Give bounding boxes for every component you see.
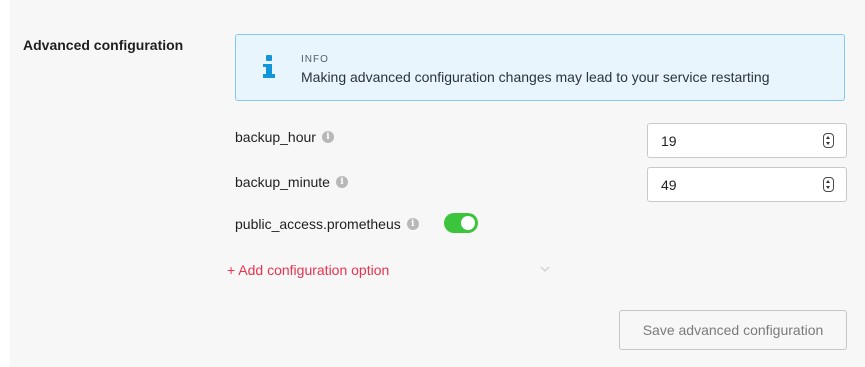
backup-minute-label: backup_minute i — [235, 174, 348, 190]
chevron-down-icon[interactable] — [540, 264, 550, 274]
backup-minute-value: 49 — [661, 177, 677, 193]
backup-hour-value: 19 — [661, 133, 677, 149]
public-access-prometheus-toggle[interactable] — [444, 213, 478, 233]
backup-minute-input[interactable]: 49 — [647, 167, 847, 202]
public-access-prometheus-label-text: public_access.prometheus — [235, 216, 401, 232]
toggle-knob — [461, 216, 475, 230]
help-icon[interactable]: i — [335, 176, 348, 188]
save-advanced-configuration-button[interactable]: Save advanced configuration — [619, 310, 847, 350]
info-icon — [262, 55, 276, 81]
backup-hour-label: backup_hour i — [235, 129, 334, 145]
stepper-icon[interactable] — [823, 177, 834, 192]
section-title: Advanced configuration — [23, 37, 184, 53]
stepper-icon[interactable] — [823, 133, 834, 148]
backup-hour-label-text: backup_hour — [235, 129, 316, 145]
info-label: INFO — [301, 54, 329, 65]
help-icon[interactable]: i — [406, 218, 419, 230]
info-message: Making advanced configuration changes ma… — [301, 69, 770, 85]
help-icon[interactable]: i — [321, 131, 334, 143]
info-banner: INFO Making advanced configuration chang… — [235, 34, 845, 101]
add-configuration-option-link[interactable]: + Add configuration option — [227, 262, 389, 278]
public-access-prometheus-label: public_access.prometheus i — [235, 216, 419, 232]
backup-hour-input[interactable]: 19 — [647, 123, 847, 158]
backup-minute-label-text: backup_minute — [235, 174, 330, 190]
